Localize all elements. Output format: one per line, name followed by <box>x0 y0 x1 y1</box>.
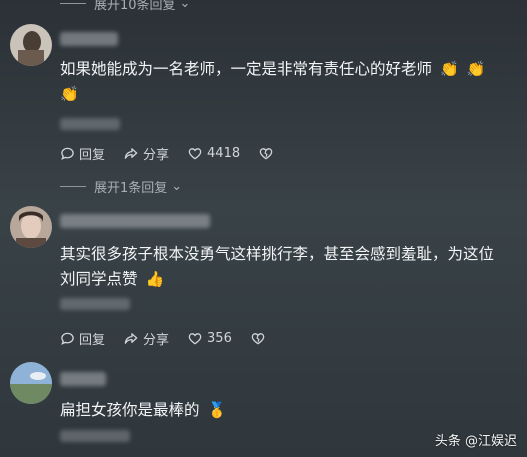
avatar[interactable] <box>10 206 52 248</box>
like-button[interactable]: 4418 <box>187 146 240 161</box>
comment-meta <box>60 430 130 442</box>
expand-replies[interactable]: 展开1条回复 ⌄ <box>60 177 182 196</box>
username[interactable] <box>60 32 118 46</box>
like-count: 4418 <box>207 146 241 161</box>
avatar[interactable] <box>10 24 52 66</box>
dislike-button[interactable] <box>250 331 270 346</box>
broken-heart-icon <box>251 333 265 345</box>
username[interactable] <box>60 214 210 228</box>
reply-icon <box>61 332 74 345</box>
comment-meta <box>60 118 120 130</box>
dislike-button[interactable] <box>258 146 278 161</box>
reply-label: 回复 <box>79 148 106 163</box>
divider-line <box>60 186 86 187</box>
comment-text: 其实很多孩子根本没勇气这样挑行李，甚至会感到羞耻，为这位 刘同学点赞 👍 <box>60 242 520 292</box>
share-label: 分享 <box>143 333 170 348</box>
watermark-label: 头条 @江娱迟 <box>434 434 517 449</box>
clap-emoji: 👏 <box>60 85 79 103</box>
medal-emoji: 🥇 <box>207 401 227 419</box>
comment-text-continued: 👏 <box>60 82 79 107</box>
chevron-down-icon: ⌄ <box>171 179 183 194</box>
avatar[interactable] <box>10 362 52 404</box>
share-icon <box>124 148 138 159</box>
comment-text: 如果她能成为一名老师，一定是非常有责任心的好老师 👏 👏 <box>60 57 510 82</box>
comment-line: 刘同学点赞 <box>60 270 138 288</box>
share-label: 分享 <box>143 148 170 163</box>
expand-label: 展开1条回复 <box>94 181 168 196</box>
expand-label: 展开10条回复 <box>94 0 176 13</box>
divider-line <box>60 3 86 4</box>
broken-heart-icon <box>259 148 273 160</box>
comment-actions: 回复 分享 4418 <box>60 144 296 163</box>
reply-label: 回复 <box>79 333 106 348</box>
clap-emoji: 👏 <box>439 60 459 78</box>
thumbs-up-emoji: 👍 <box>145 270 165 288</box>
share-button[interactable]: 分享 <box>123 144 169 163</box>
watermark: 头条 @江娱迟 <box>435 430 517 449</box>
chevron-down-icon: ⌄ <box>179 0 191 11</box>
like-count: 356 <box>207 331 232 346</box>
heart-icon <box>188 333 202 345</box>
reply-button[interactable]: 回复 <box>60 144 105 163</box>
comment-meta <box>60 298 130 310</box>
heart-icon <box>188 148 202 160</box>
comment-line: 如果她能成为一名老师，一定是非常有责任心的好老师 <box>60 60 433 78</box>
reply-button[interactable]: 回复 <box>60 329 105 348</box>
comment-line: 其实很多孩子根本没勇气这样挑行李，甚至会感到羞耻，为这位 <box>60 245 495 263</box>
like-button[interactable]: 356 <box>187 331 232 346</box>
share-icon <box>124 333 138 344</box>
clap-emoji: 👏 <box>466 60 486 78</box>
reply-icon <box>61 147 74 160</box>
username[interactable] <box>60 372 106 386</box>
comment-actions: 回复 分享 356 <box>60 329 288 348</box>
comment-line: 扁担女孩你是最棒的 <box>60 401 200 419</box>
comment-text: 扁担女孩你是最棒的 🥇 <box>60 398 226 423</box>
expand-replies-top[interactable]: 展开10条回复 ⌄ <box>60 0 190 13</box>
share-button[interactable]: 分享 <box>123 329 169 348</box>
